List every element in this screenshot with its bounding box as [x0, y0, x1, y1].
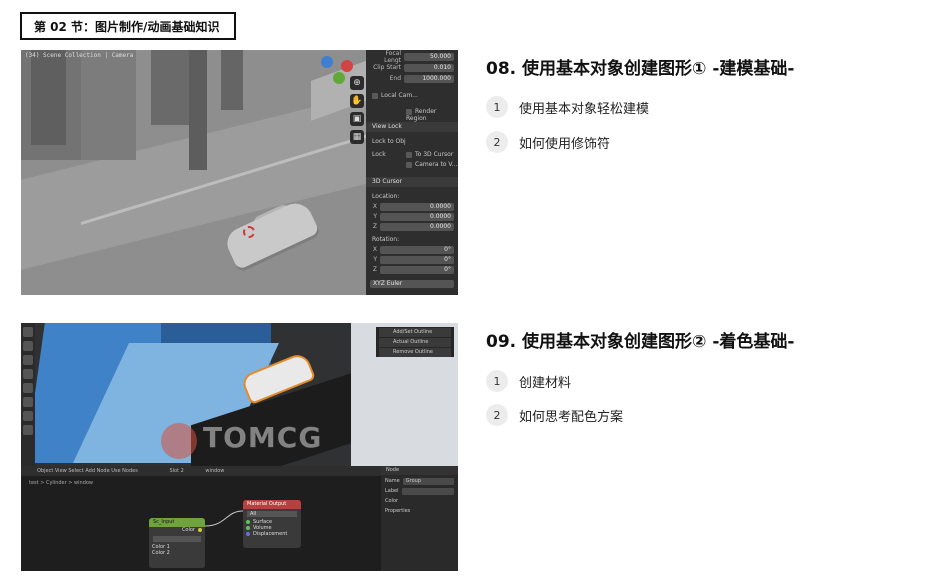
measure-tool-icon[interactable]	[23, 425, 33, 435]
zoom-icon[interactable]: ⊕	[350, 76, 364, 90]
scale-tool-icon[interactable]	[23, 383, 33, 393]
lesson-08-thumbnail[interactable]: (34) Scene Collection | Camera ⊕ ✋ ▣ ▦ F…	[21, 50, 458, 295]
watermark-text: TOMCG	[203, 421, 323, 454]
viewport-label: (34) Scene Collection | Camera	[25, 52, 134, 59]
axis-gizmo-icon[interactable]	[321, 56, 333, 68]
viewport-3d-shaded[interactable]: TOMCG Add/Set Outline Actual Outline Rem…	[21, 323, 458, 466]
building	[31, 50, 66, 145]
item-number-badge: 2	[486, 404, 508, 426]
node-label-field[interactable]: Label	[385, 487, 454, 495]
select-tool-icon[interactable]	[23, 327, 33, 337]
location-y[interactable]: Y 0.0000	[370, 212, 454, 221]
node-properties-toggle[interactable]: Properties	[385, 507, 454, 515]
lesson-09-item: 1 创建材料	[486, 370, 571, 392]
node-link	[204, 510, 244, 527]
location-label: Location:	[372, 193, 400, 200]
local-camera-checkbox[interactable]: Local Cam...	[372, 92, 418, 99]
camera-icon[interactable]: ▣	[350, 112, 364, 126]
3d-cursor-header[interactable]: 3D Cursor	[366, 177, 458, 187]
lesson-09-title: 09. 使用基本对象创建图形② -着色基础-	[486, 332, 795, 352]
item-number-badge: 2	[486, 131, 508, 153]
toolbar	[21, 323, 35, 466]
node-name-field[interactable]: Name Group	[385, 477, 454, 485]
lock-label: Lock	[372, 151, 386, 158]
viewport-3d[interactable]: (34) Scene Collection | Camera ⊕ ✋ ▣ ▦	[21, 50, 366, 295]
location-x[interactable]: X 0.0000	[370, 202, 454, 211]
prop-focal-length[interactable]: Focal Lengt 50.000	[370, 50, 454, 64]
rotate-tool-icon[interactable]	[23, 369, 33, 379]
tomcg-logo-icon	[161, 423, 197, 459]
lesson-08-title: 08. 使用基本对象创建图形① -建模基础-	[486, 59, 795, 79]
lesson-09-item: 2 如何思考配色方案	[486, 404, 623, 426]
rotation-mode-dropdown[interactable]: XYZ Euler	[370, 279, 454, 288]
location-z[interactable]: Z 0.0000	[370, 222, 454, 231]
item-text: 创建材料	[519, 375, 572, 391]
node-props-header[interactable]: Node	[381, 466, 458, 475]
view-lock-header[interactable]: View Lock	[366, 122, 458, 132]
render-region-checkbox[interactable]: Render Region	[406, 108, 458, 122]
annotate-tool-icon[interactable]	[23, 411, 33, 421]
rotation-x[interactable]: X 0°	[370, 245, 454, 254]
rotation-z[interactable]: Z 0°	[370, 265, 454, 274]
move-tool-icon[interactable]	[23, 355, 33, 365]
outline-option[interactable]: Remove Outline	[379, 348, 451, 357]
outline-option[interactable]: Actual Outline	[379, 338, 451, 347]
pan-hand-icon[interactable]: ✋	[350, 94, 364, 108]
pillar	[221, 50, 243, 110]
item-text: 使用基本对象轻松建模	[519, 101, 650, 117]
node-properties-panel: Node Name Group Label Color Properties	[381, 466, 458, 571]
section-tag: 第 02 节：图片制作/动画基础知识	[20, 12, 236, 40]
camera-to-view-checkbox[interactable]: Camera to V...	[406, 161, 457, 168]
cursor-tool-icon[interactable]	[23, 341, 33, 351]
pillar	[189, 50, 207, 170]
building	[81, 50, 136, 160]
lesson-09-thumbnail[interactable]: TOMCG Add/Set Outline Actual Outline Rem…	[21, 323, 458, 571]
item-number-badge: 1	[486, 96, 508, 118]
outline-option[interactable]: Add/Set Outline	[379, 328, 451, 337]
lock-to-3d-cursor-checkbox[interactable]: To 3D Cursor	[406, 151, 453, 158]
item-text: 如何使用修饰符	[519, 136, 611, 152]
rotation-y[interactable]: Y 0°	[370, 255, 454, 264]
node-color-toggle[interactable]: Color	[385, 497, 454, 505]
item-number-badge: 1	[486, 370, 508, 392]
prop-clip-start[interactable]: Clip Start 0.010	[370, 63, 454, 72]
item-text: 如何思考配色方案	[519, 409, 624, 425]
rotation-label: Rotation:	[372, 236, 400, 243]
prop-clip-end[interactable]: End 1000.000	[370, 74, 454, 83]
axis-gizmo-icon[interactable]	[333, 72, 345, 84]
grid-icon[interactable]: ▦	[350, 130, 364, 144]
lock-to-object-field[interactable]: Lock to Obj	[372, 138, 406, 145]
transform-tool-icon[interactable]	[23, 397, 33, 407]
lesson-08-item: 1 使用基本对象轻松建模	[486, 96, 649, 118]
node-editor[interactable]: Object View Select Add Node Use Nodes Sl…	[21, 466, 381, 571]
3d-cursor-icon[interactable]	[243, 226, 255, 238]
sidebar-properties-panel: Focal Lengt 50.000 Clip Start 0.010 End …	[366, 50, 458, 295]
outline-menu: Add/Set Outline Actual Outline Remove Ou…	[376, 327, 454, 357]
axis-gizmo-icon[interactable]	[341, 60, 353, 72]
lesson-08-item: 2 如何使用修饰符	[486, 131, 610, 153]
